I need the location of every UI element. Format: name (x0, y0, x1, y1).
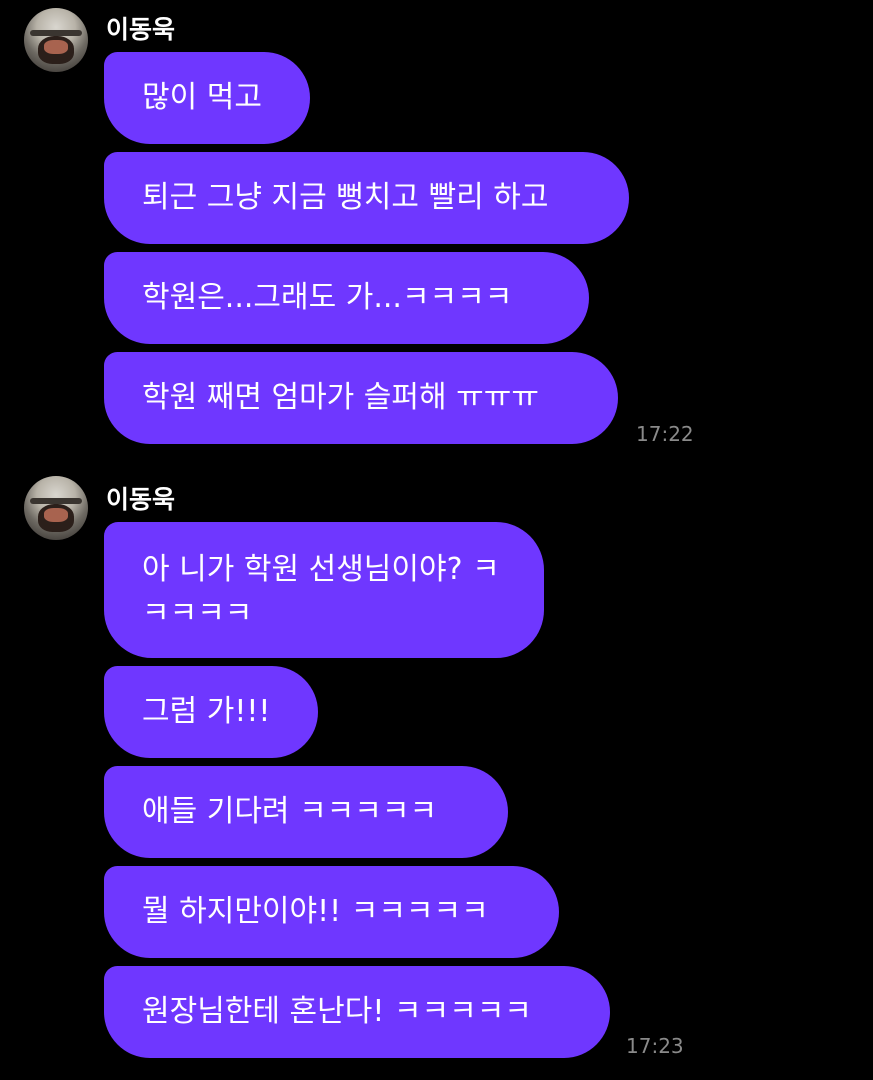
sender-name: 이동욱 (106, 15, 176, 44)
avatar-detail (44, 508, 68, 522)
message-bubble[interactable]: 학원 째면 엄마가 슬퍼해 ㅠㅠㅠ (104, 352, 618, 444)
message-bubble[interactable]: 학원은...그래도 가...ㅋㅋㅋㅋ (104, 252, 589, 344)
avatar-detail (44, 40, 68, 54)
message-bubble[interactable]: 퇴근 그냥 지금 뻥치고 빨리 하고 (104, 152, 629, 244)
sender-avatar[interactable] (24, 476, 88, 540)
message-bubble[interactable]: 애들 기다려 ㅋㅋㅋㅋㅋ (104, 766, 508, 858)
message-bubble[interactable]: 뭘 하지만이야!! ㅋㅋㅋㅋㅋ (104, 866, 559, 958)
sender-avatar[interactable] (24, 8, 88, 72)
message-bubble[interactable]: 많이 먹고 (104, 52, 310, 144)
sender-name: 이동욱 (106, 485, 176, 514)
message-bubble[interactable]: 그럼 가!!! (104, 666, 318, 758)
message-timestamp: 17:22 (636, 422, 694, 446)
message-timestamp: 17:23 (626, 1034, 684, 1058)
message-bubble[interactable]: 아 니가 학원 선생님이야? ㅋㅋㅋㅋㅋ (104, 522, 544, 658)
message-bubble[interactable]: 원장님한테 혼난다! ㅋㅋㅋㅋㅋ (104, 966, 610, 1058)
